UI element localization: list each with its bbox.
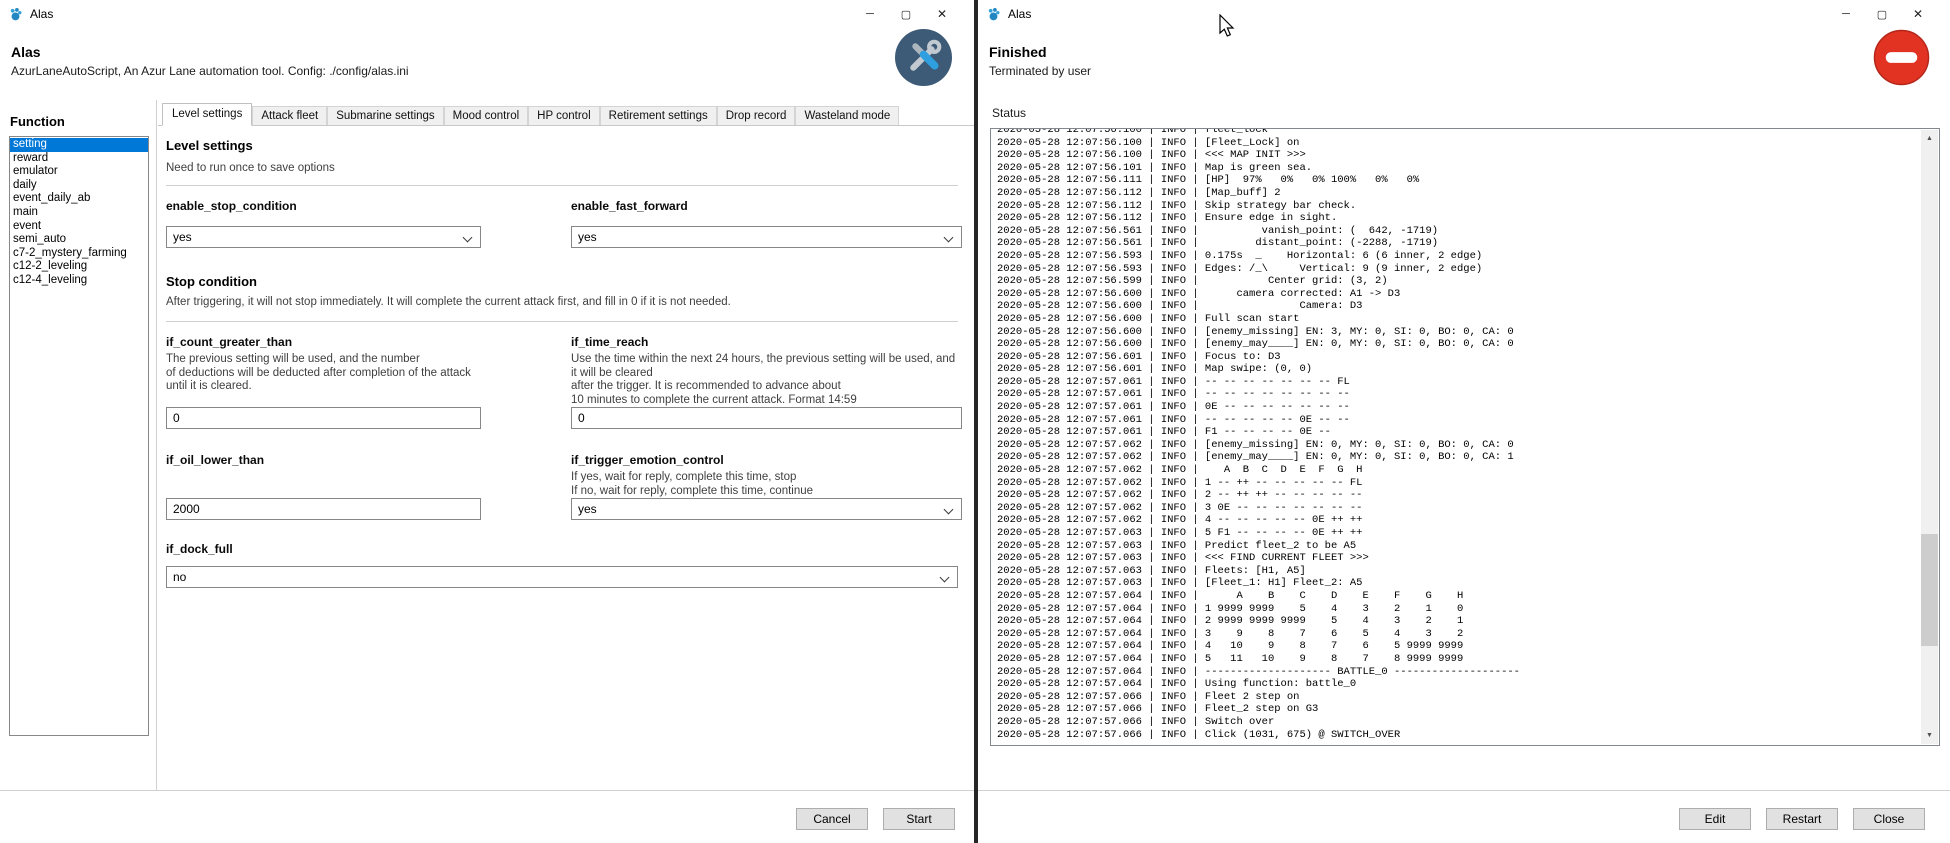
status-label: Status: [992, 106, 1026, 120]
chevron-down-icon: [463, 233, 473, 243]
divider: [166, 185, 958, 186]
log-scrollbar[interactable]: ▲ ▼: [1921, 130, 1938, 744]
scroll-down-icon[interactable]: ▼: [1921, 727, 1938, 744]
restart-button[interactable]: Restart: [1766, 808, 1838, 830]
if-oil-lower-than-input[interactable]: [166, 498, 481, 520]
scrollbar-thumb[interactable]: [1921, 534, 1938, 646]
if-count-greater-than-input[interactable]: [166, 407, 481, 429]
log-output-box[interactable]: 2020-05-28 12:07:56.100 | INFO | fleet_l…: [990, 128, 1940, 746]
sidebar-item-event_daily_ab[interactable]: event_daily_ab: [10, 192, 148, 206]
alas-logo-icon: [8, 7, 23, 22]
sidebar-item-c7-2_mystery_farming[interactable]: c7-2_mystery_farming: [10, 247, 148, 261]
scroll-up-icon[interactable]: ▲: [1921, 130, 1938, 147]
footer: Edit Restart Close: [978, 790, 1950, 843]
close-icon[interactable]: ✕: [1900, 0, 1936, 28]
edit-button[interactable]: Edit: [1679, 808, 1751, 830]
if-trigger-emotion-control-select[interactable]: yes: [571, 498, 962, 520]
tools-icon: [895, 29, 952, 86]
enable-fast-forward-select[interactable]: yes: [571, 226, 962, 248]
if-count-greater-than-description: The previous setting will be used, and t…: [166, 353, 481, 394]
titlebar[interactable]: Alas ─ ▢ ✕: [0, 0, 974, 28]
minimize-icon[interactable]: ─: [1828, 0, 1864, 28]
chevron-down-icon: [944, 505, 954, 515]
if-time-reach-label: if_time_reach: [571, 335, 962, 349]
if-trigger-emotion-control-description: If yes, wait for reply, complete this ti…: [571, 471, 962, 498]
app-subtitle: AzurLaneAutoScript, An Azur Lane automat…: [11, 64, 409, 78]
enable-stop-condition-value: yes: [173, 230, 192, 244]
alas-logo-icon: [986, 7, 1001, 22]
start-button[interactable]: Start: [883, 808, 955, 830]
sidebar-item-reward[interactable]: reward: [10, 152, 148, 166]
if-time-reach-description: Use the time within the next 24 hours, t…: [571, 353, 962, 407]
sidebar-item-main[interactable]: main: [10, 206, 148, 220]
divider: [166, 321, 958, 322]
section-heading: Level settings: [166, 138, 958, 153]
enable-stop-condition-label: enable_stop_condition: [166, 199, 481, 213]
chevron-down-icon: [940, 573, 950, 583]
sidebar-item-setting[interactable]: setting: [10, 138, 148, 152]
enable-stop-condition-select[interactable]: yes: [166, 226, 481, 248]
run-status-subtitle: Terminated by user: [989, 64, 1091, 78]
sidebar-item-c12-2_leveling[interactable]: c12-2_leveling: [10, 260, 148, 274]
run-status-title: Finished: [989, 44, 1091, 60]
enable-fast-forward-label: enable_fast_forward: [571, 199, 962, 213]
titlebar[interactable]: Alas ─ ▢ ✕: [978, 0, 1950, 28]
function-label: Function: [10, 114, 156, 129]
if-trigger-emotion-control-value: yes: [578, 502, 597, 516]
maximize-icon[interactable]: ▢: [888, 0, 924, 28]
stop-sign-icon: [1873, 29, 1930, 86]
enable-fast-forward-value: yes: [578, 230, 597, 244]
if-dock-full-value: no: [173, 570, 186, 584]
window-alas-log: Alas ─ ▢ ✕ Finished Terminated by user S…: [978, 0, 1950, 843]
sidebar-item-daily[interactable]: daily: [10, 179, 148, 193]
run-status-header: Finished Terminated by user: [978, 28, 1950, 100]
sidebar-item-c12-4_leveling[interactable]: c12-4_leveling: [10, 274, 148, 288]
log-text: 2020-05-28 12:07:56.100 | INFO | fleet_l…: [997, 129, 1919, 741]
if-dock-full-select[interactable]: no: [166, 566, 958, 588]
function-listbox[interactable]: settingrewardemulatordailyevent_daily_ab…: [9, 136, 149, 736]
app-header: Alas AzurLaneAutoScript, An Azur Lane au…: [0, 28, 974, 100]
close-icon[interactable]: ✕: [924, 0, 960, 28]
window-title: Alas: [30, 7, 53, 21]
stop-condition-description: After triggering, it will not stop immed…: [166, 296, 958, 308]
level-settings-panel: Level settings Need to run once to save …: [158, 122, 974, 790]
sidebar-item-emulator[interactable]: emulator: [10, 165, 148, 179]
if-oil-lower-than-label: if_oil_lower_than: [166, 453, 481, 467]
function-sidebar: Function settingrewardemulatordailyevent…: [0, 100, 157, 790]
if-count-greater-than-label: if_count_greater_than: [166, 335, 481, 349]
stop-condition-heading: Stop condition: [166, 274, 958, 289]
window-alas-config: Alas ─ ▢ ✕ Alas AzurLaneAutoScript, An A…: [0, 0, 974, 843]
maximize-icon[interactable]: ▢: [1864, 0, 1900, 28]
sidebar-item-semi_auto[interactable]: semi_auto: [10, 233, 148, 247]
section-subheading: Need to run once to save options: [166, 162, 958, 174]
close-button[interactable]: Close: [1853, 808, 1925, 830]
mouse-cursor: [1218, 14, 1236, 38]
window-title: Alas: [1008, 7, 1031, 21]
if-trigger-emotion-control-label: if_trigger_emotion_control: [571, 453, 962, 467]
chevron-down-icon: [944, 233, 954, 243]
sidebar-item-event[interactable]: event: [10, 220, 148, 234]
cancel-button[interactable]: Cancel: [796, 808, 868, 830]
minimize-icon[interactable]: ─: [852, 0, 888, 28]
if-time-reach-input[interactable]: [571, 407, 962, 429]
app-title: Alas: [11, 44, 409, 60]
footer: Cancel Start: [0, 790, 974, 843]
if-dock-full-label: if_dock_full: [166, 542, 958, 556]
